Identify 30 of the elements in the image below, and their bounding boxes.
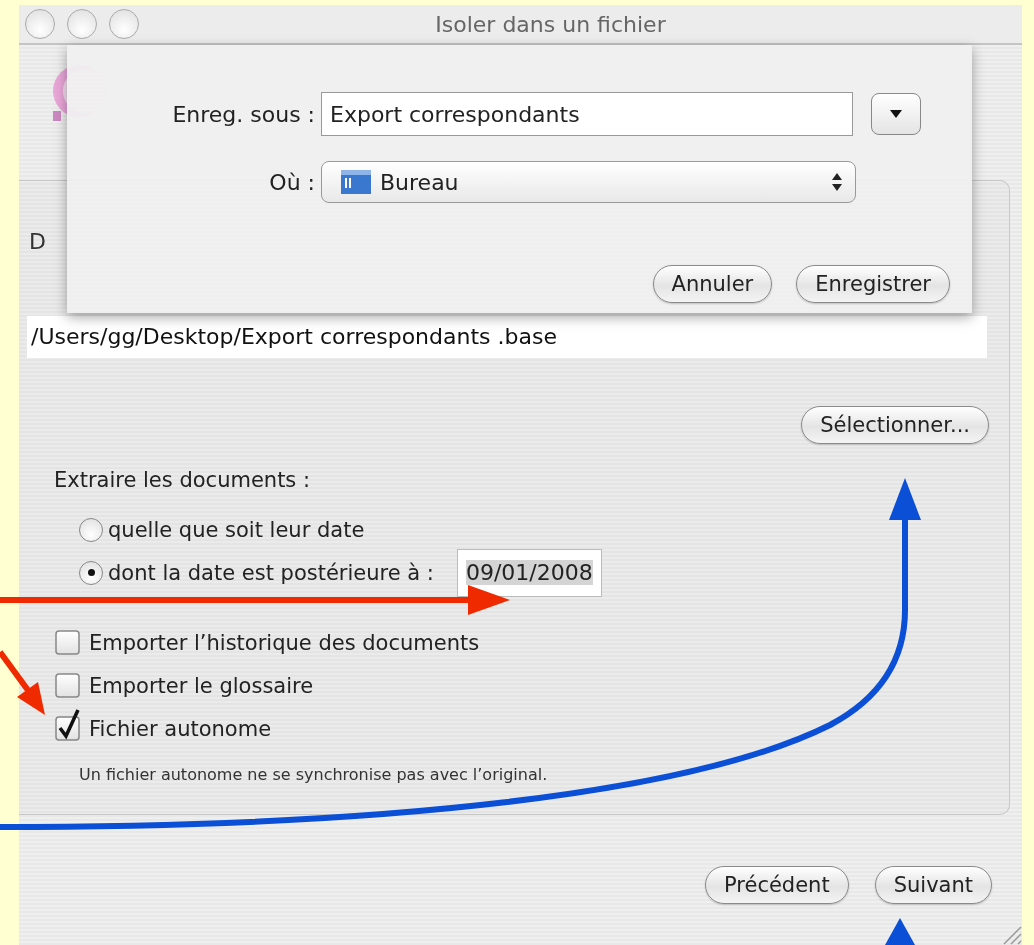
sheet-button[interactable]: Enregistrer [796, 265, 950, 303]
location-popup[interactable]: Bureau [321, 161, 856, 203]
window-control-button[interactable] [67, 9, 97, 39]
radio-button[interactable] [79, 517, 103, 542]
triangle-down-icon [889, 109, 903, 119]
radio-label: quelle que soit leur date [108, 517, 365, 542]
nav-button[interactable]: Suivant [874, 866, 992, 904]
note-text: Un fichier autonome ne se synchronise pas avec l’original. [79, 765, 549, 784]
nav-button[interactable]: Précédent [705, 866, 849, 904]
sheet-button[interactable]: Annuler [652, 265, 773, 303]
radio-label: dont la date est postérieure à : [108, 560, 434, 585]
disclosure-button[interactable] [871, 93, 921, 135]
field-label: D [29, 229, 46, 256]
section-label: Extraire les documents : [54, 468, 312, 492]
checkbox-label: Emporter le glossaire [89, 673, 314, 698]
field-label: Où : [268, 169, 316, 195]
radio-button[interactable] [79, 560, 103, 585]
desktop-folder-icon [340, 169, 372, 195]
select-button[interactable]: Sélectionner... [801, 406, 989, 444]
checkbox-label: Emporter l’historique des documents [89, 630, 480, 655]
window-control-button[interactable] [109, 9, 139, 39]
window-control-button[interactable] [25, 9, 55, 39]
checkbox[interactable] [55, 707, 81, 741]
field-label: Enreg. sous : [171, 101, 316, 127]
date-field[interactable]: 09/01/2008 [456, 548, 602, 597]
annotation-arrow [885, 918, 915, 945]
path-field[interactable]: /Users/gg/Desktop/Export correspondants .base [27, 316, 987, 358]
window-title: Isoler dans un fichier [435, 11, 667, 37]
filename-field[interactable]: Export correspondants [321, 92, 853, 136]
checkbox-label: Fichier autonome [89, 716, 272, 741]
